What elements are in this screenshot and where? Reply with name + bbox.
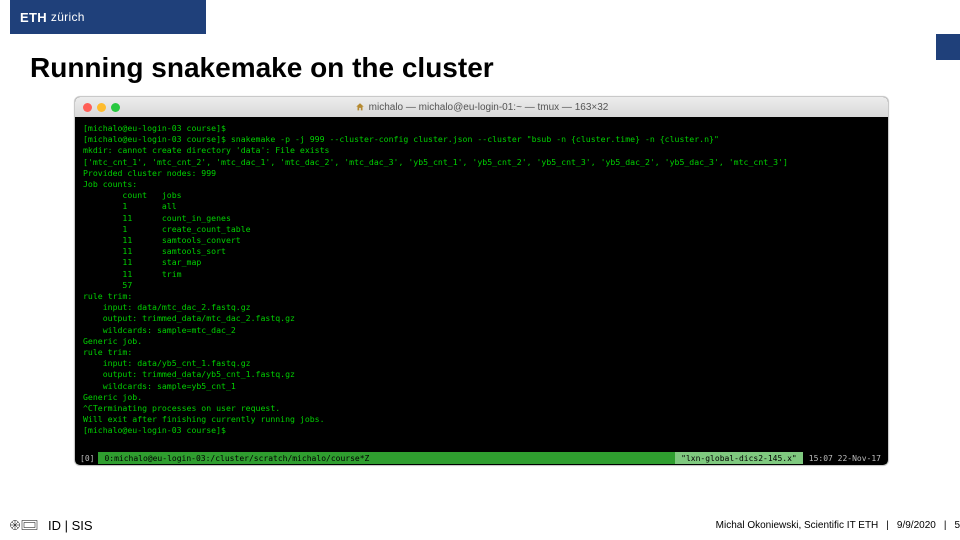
brand-eth: ETH bbox=[20, 10, 47, 25]
terminal-line: rule trim: bbox=[83, 347, 880, 358]
accent-block bbox=[936, 34, 960, 60]
footer-date: 9/9/2020 bbox=[897, 520, 936, 531]
terminal-line: 57 bbox=[83, 280, 880, 291]
window-title-text: michalo — michalo@eu-login-01:~ — tmux —… bbox=[369, 102, 609, 113]
terminal-line: [michalo@eu-login-03 course]$ bbox=[83, 123, 880, 134]
terminal-line: 11 samtools_convert bbox=[83, 235, 880, 246]
terminal-line: input: data/yb5_cnt_1.fastq.gz bbox=[83, 358, 880, 369]
terminal-line: Job counts: bbox=[83, 179, 880, 190]
status-time: 15:07 22-Nov-17 bbox=[803, 452, 887, 464]
status-session: [0] bbox=[76, 452, 98, 464]
terminal-line: ['mtc_cnt_1', 'mtc_cnt_2', 'mtc_dac_1', … bbox=[83, 157, 880, 168]
terminal-line: output: trimmed_data/mtc_dac_2.fastq.gz bbox=[83, 313, 880, 324]
terminal-line: rule trim: bbox=[83, 291, 880, 302]
terminal-line: [michalo@eu-login-03 course]$ bbox=[83, 425, 880, 436]
terminal-line: Will exit after finishing currently runn… bbox=[83, 414, 880, 425]
terminal-line: input: data/mtc_dac_2.fastq.gz bbox=[83, 302, 880, 313]
terminal-line: 1 create_count_table bbox=[83, 224, 880, 235]
status-host: "lxn-global-dics2-145.x" bbox=[675, 452, 803, 464]
terminal-line: Generic job. bbox=[83, 336, 880, 347]
brand-zurich: zürich bbox=[51, 10, 85, 24]
terminal-line: mkdir: cannot create directory 'data': F… bbox=[83, 145, 880, 156]
footer-left: ID | SIS bbox=[48, 518, 93, 533]
slide: ETH zürich Running snakemake on the clus… bbox=[0, 0, 960, 540]
status-middle: 0:michalo@eu-login-03:/cluster/scratch/m… bbox=[98, 452, 675, 464]
terminal-line: ^CTerminating processes on user request. bbox=[83, 403, 880, 414]
terminal-output[interactable]: [michalo@eu-login-03 course]$[michalo@eu… bbox=[75, 117, 888, 445]
footer-sep-2: | bbox=[944, 520, 947, 531]
terminal-line: Provided cluster nodes: 999 bbox=[83, 168, 880, 179]
footer-right: Michal Okoniewski, Scientific IT ETH | 9… bbox=[716, 520, 960, 531]
footer-page: 5 bbox=[954, 520, 960, 531]
home-icon bbox=[355, 102, 365, 112]
terminal-line: output: trimmed_data/yb5_cnt_1.fastq.gz bbox=[83, 369, 880, 380]
window-traffic-lights bbox=[75, 103, 120, 112]
page-title: Running snakemake on the cluster bbox=[30, 52, 494, 84]
terminal-window: michalo — michalo@eu-login-01:~ — tmux —… bbox=[74, 96, 889, 466]
terminal-line: wildcards: sample=mtc_dac_2 bbox=[83, 325, 880, 336]
footer-sep-1: | bbox=[886, 520, 889, 531]
slide-footer: ID | SIS Michal Okoniewski, Scientific I… bbox=[0, 516, 960, 534]
terminal-line: 11 count_in_genes bbox=[83, 213, 880, 224]
terminal-line: 11 samtools_sort bbox=[83, 246, 880, 257]
close-icon[interactable] bbox=[83, 103, 92, 112]
footer-author: Michal Okoniewski, Scientific IT ETH bbox=[716, 520, 879, 531]
tmux-statusline: [0] 0:michalo@eu-login-03:/cluster/scrat… bbox=[76, 452, 887, 464]
terminal-line: wildcards: sample=yb5_cnt_1 bbox=[83, 381, 880, 392]
terminal-line: count jobs bbox=[83, 190, 880, 201]
minimize-icon[interactable] bbox=[97, 103, 106, 112]
terminal-line: 11 trim bbox=[83, 269, 880, 280]
eth-seal-icon bbox=[0, 517, 48, 533]
terminal-line: Generic job. bbox=[83, 392, 880, 403]
zoom-icon[interactable] bbox=[111, 103, 120, 112]
brand-bar: ETH zürich bbox=[10, 0, 206, 34]
window-title: michalo — michalo@eu-login-01:~ — tmux —… bbox=[75, 102, 888, 113]
window-titlebar: michalo — michalo@eu-login-01:~ — tmux —… bbox=[75, 97, 888, 117]
terminal-line: 1 all bbox=[83, 201, 880, 212]
terminal-line: [michalo@eu-login-03 course]$ snakemake … bbox=[83, 134, 880, 145]
terminal-line: 11 star_map bbox=[83, 257, 880, 268]
